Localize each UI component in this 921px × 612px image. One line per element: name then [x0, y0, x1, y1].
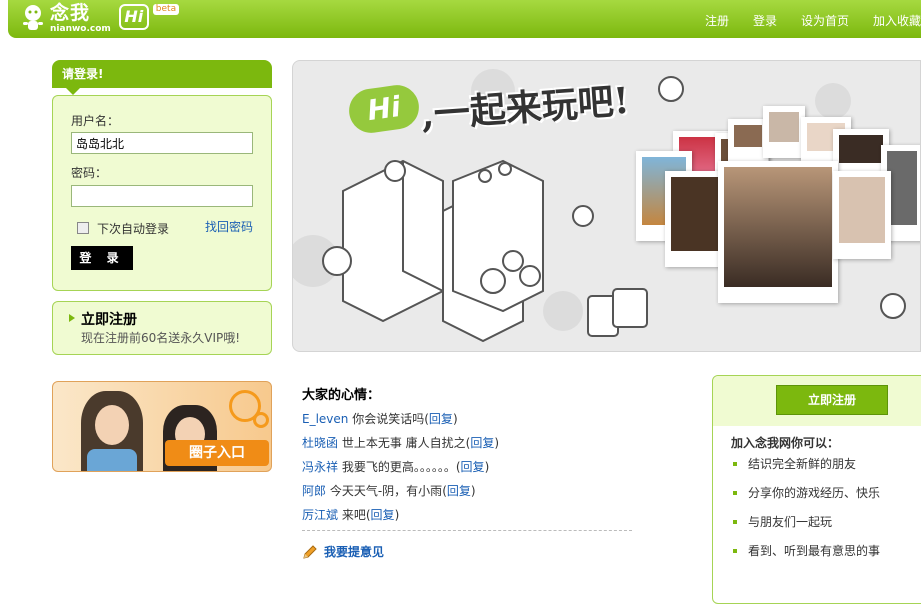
- remember-me-label: 下次自动登录: [97, 222, 170, 236]
- login-form: 用户名： 密码： 下次自动登录 找回密码 登 录: [52, 95, 272, 291]
- arrow-right-icon: [69, 314, 75, 322]
- mood-reply-link[interactable]: 回复: [371, 508, 395, 522]
- moods-divider: [302, 530, 632, 531]
- logo-domain-text: nianwo.com: [50, 24, 111, 34]
- mascot-icon: [20, 4, 46, 34]
- bullet-icon: [733, 549, 737, 553]
- mood-reply-link[interactable]: 回复: [429, 412, 453, 426]
- register-now-button[interactable]: 立即注册: [776, 385, 888, 415]
- benefit-item: 分享你的游戏经历、快乐: [748, 486, 881, 500]
- mood-reply-link[interactable]: 回复: [461, 460, 485, 474]
- photo-card: [833, 171, 891, 259]
- benefits-title: 加入念我网你可以：: [731, 436, 840, 450]
- nav-register-link[interactable]: 注册: [705, 12, 729, 29]
- nav-set-homepage-link[interactable]: 设为首页: [801, 12, 849, 29]
- beta-badge: beta: [152, 4, 180, 15]
- mood-text: 今天天气-阴，有小雨: [329, 484, 443, 498]
- photo-card: [665, 171, 725, 267]
- register-now-link[interactable]: 立即注册: [81, 309, 137, 329]
- bullet-icon: [733, 491, 737, 495]
- login-button[interactable]: 登 录: [71, 246, 133, 270]
- username-input[interactable]: [71, 132, 253, 154]
- bullet-icon: [733, 462, 737, 466]
- mood-reply-link[interactable]: 回复: [470, 436, 494, 450]
- register-promo: 立即注册 现在注册前60名送永久VIP哦!: [52, 301, 272, 355]
- girl-photo: [81, 391, 143, 471]
- register-benefits-panel: 立即注册 加入念我网你可以： 结识完全新鲜的朋友 分享你的游戏经历、快乐 与朋友…: [712, 375, 921, 604]
- mood-item: 阿郎 今天天气-阴，有小雨(回复): [302, 484, 476, 498]
- mood-item: 厉江斌 来吧(回复): [302, 508, 400, 522]
- login-header: 请登录!: [52, 60, 272, 95]
- benefit-item: 与朋友们一起玩: [748, 515, 833, 529]
- mood-text: 世上本无事 庸人自扰之: [341, 436, 466, 450]
- mood-user-link[interactable]: 冯永祥: [302, 460, 338, 474]
- nav-add-favorite-link[interactable]: 加入收藏: [873, 12, 921, 29]
- bubble-decoration: [253, 412, 269, 428]
- mood-text: 来吧: [341, 508, 366, 522]
- hero-banner: Hi ,一起来玩吧!: [292, 60, 921, 352]
- moods-title: 大家的心情：: [302, 388, 381, 403]
- nav-login-link[interactable]: 登录: [753, 12, 777, 29]
- register-promo-text: 现在注册前60名送永久VIP哦!: [81, 331, 241, 345]
- mood-user-link[interactable]: E_leven: [302, 412, 348, 426]
- benefit-item: 结识完全新鲜的朋友: [748, 457, 857, 471]
- remember-me-checkbox[interactable]: [77, 222, 89, 234]
- mood-text: 你会说笑话吗: [352, 412, 425, 426]
- photo-card: [728, 119, 768, 163]
- photo-card: [763, 106, 805, 158]
- username-label: 用户名：: [71, 114, 120, 128]
- site-logo[interactable]: 念我 nianwo.com Hi beta: [20, 2, 180, 36]
- password-input[interactable]: [71, 185, 253, 207]
- mood-user-link[interactable]: 厉江斌: [302, 508, 338, 522]
- mood-text: 我要飞的更高。。。。。。: [341, 460, 456, 474]
- login-title: 请登录!: [62, 67, 104, 81]
- forgot-password-link[interactable]: 找回密码: [205, 218, 253, 235]
- mood-item: E_leven 你会说笑话吗(回复): [302, 412, 458, 426]
- circle-entry-banner[interactable]: 圈子入口: [52, 381, 272, 472]
- logo-hi-badge: Hi: [118, 4, 149, 30]
- mood-item: 冯永祥 我要飞的更高。。。。。。(回复): [302, 460, 490, 474]
- photo-card: [718, 161, 838, 303]
- top-nav: 注册 登录 设为首页 加入收藏: [681, 12, 921, 29]
- logo-chinese-text: 念我: [50, 2, 91, 24]
- suggestion-link[interactable]: 我要提意见: [324, 543, 384, 560]
- mood-user-link[interactable]: 阿郎: [302, 484, 326, 498]
- mood-item: 杜晓函 世上本无事 庸人自扰之(回复): [302, 436, 500, 450]
- login-header-notch: [66, 88, 80, 95]
- mood-user-link[interactable]: 杜晓函: [302, 436, 338, 450]
- pencil-icon: [302, 544, 318, 560]
- top-header: 念我 nianwo.com Hi beta 注册 登录 设为首页 加入收藏: [8, 0, 921, 38]
- register-panel-header: 立即注册: [713, 376, 921, 426]
- bullet-icon: [733, 520, 737, 524]
- circle-entry-label: 圈子入口: [165, 440, 269, 466]
- password-label: 密码：: [71, 166, 108, 180]
- benefit-item: 看到、听到最有意思的事: [748, 544, 881, 558]
- mood-reply-link[interactable]: 回复: [447, 484, 471, 498]
